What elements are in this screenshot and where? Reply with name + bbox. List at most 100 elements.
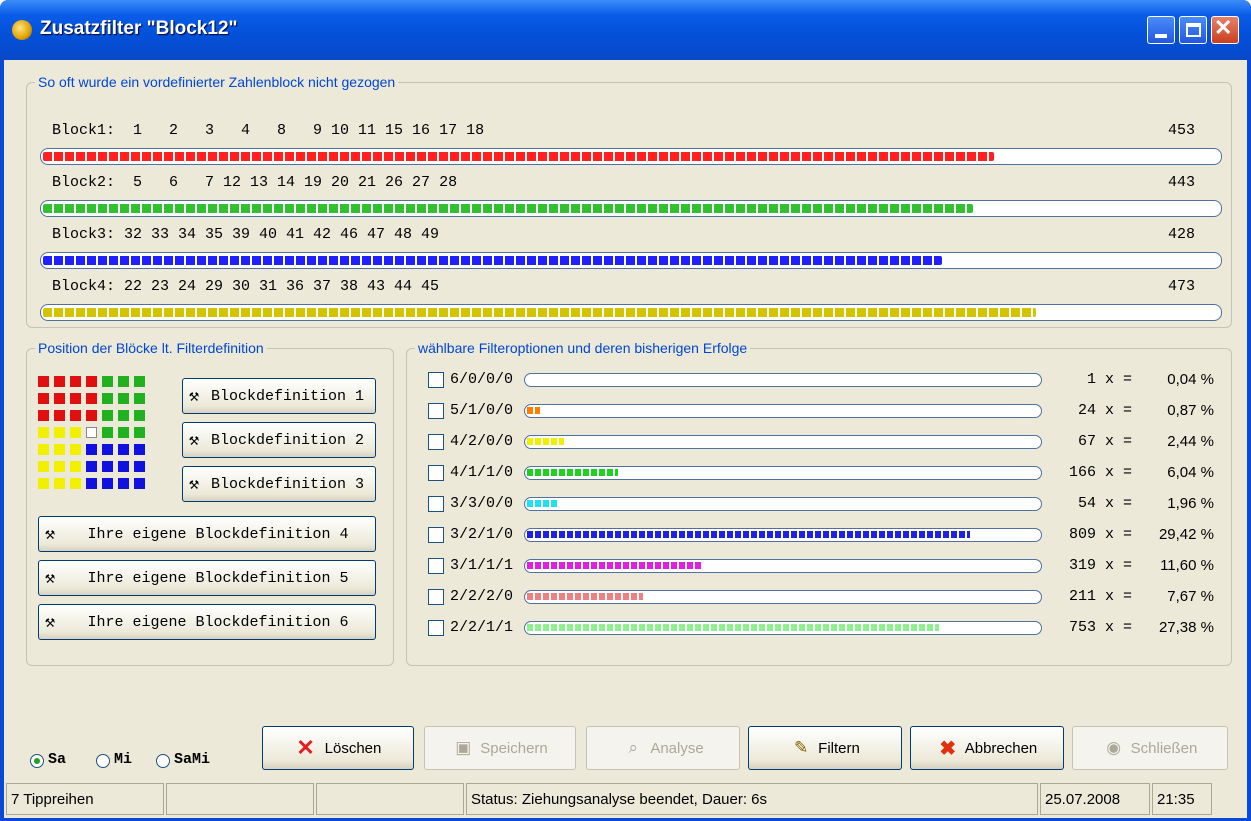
grid-cell	[102, 410, 113, 421]
filter-option-bar	[524, 621, 1042, 635]
grid-cell	[118, 461, 129, 472]
filter-option-count: 67 x =	[1077, 433, 1132, 450]
block-stats-title: So oft wurde ein vordefinierter Zahlenbl…	[35, 74, 399, 90]
filter-option-name: 3/3/0/0	[450, 495, 514, 512]
grid-cell	[118, 478, 129, 489]
filter-option-fill	[527, 562, 702, 569]
grid-cell	[118, 410, 129, 421]
funnel-pen-icon: ✎	[794, 738, 809, 757]
status-date: 25.07.2008	[1040, 783, 1150, 815]
loeschen-button[interactable]: ✕ Löschen	[262, 726, 414, 770]
filter-option-name: 6/0/0/0	[450, 371, 514, 388]
radio-mi[interactable]	[96, 754, 110, 768]
position-title: Position der Blöcke lt. Filterdefinition	[35, 340, 267, 356]
status-tippreihen: 7 Tippreihen	[6, 783, 164, 815]
filter-option-percent: 2,44 %	[1167, 433, 1214, 450]
grid-cell	[38, 393, 49, 404]
filter-option-checkbox[interactable]	[428, 527, 444, 543]
filter-option-fill	[527, 531, 970, 538]
speichern-button[interactable]: ▣ Speichern	[424, 726, 576, 770]
own-blockdef-5-button[interactable]: ⚒ Ihre eigene Blockdefinition 5	[38, 560, 376, 596]
block-progress-fill	[43, 204, 973, 213]
filter-option-count: 319 x =	[1068, 557, 1132, 574]
filter-option-fill	[527, 407, 540, 414]
grid-cell	[70, 427, 81, 438]
filter-option-checkbox[interactable]	[428, 496, 444, 512]
block-progress-bar	[40, 252, 1222, 269]
filter-option-count: 809 x =	[1068, 526, 1132, 543]
filter-option-checkbox[interactable]	[428, 558, 444, 574]
grid-cell	[134, 393, 145, 404]
filter-option-percent: 27,38 %	[1158, 619, 1214, 636]
grid-cell	[86, 461, 97, 472]
close-button[interactable]: ✕	[1211, 15, 1239, 44]
blockdef-1-button[interactable]: ⚒ Blockdefinition 1	[182, 378, 376, 414]
grid-cell	[54, 444, 65, 455]
app-icon	[12, 20, 32, 40]
abbrechen-button[interactable]: ✖ Abbrechen	[910, 726, 1064, 770]
grid-cell	[86, 427, 97, 438]
filter-option-name: 2/2/1/1	[450, 619, 514, 636]
filter-option-percent: 0,04 %	[1167, 371, 1214, 388]
title-bar[interactable]: Zusatzfilter "Block12" ✕	[0, 0, 1251, 60]
radio-mi-label[interactable]: Mi	[114, 751, 132, 768]
schliessen-button[interactable]: ◉ Schließen	[1072, 726, 1228, 770]
filter-option-checkbox[interactable]	[428, 434, 444, 450]
block-progress-bar	[40, 200, 1222, 217]
filter-option-bar	[524, 528, 1042, 542]
filter-option-checkbox[interactable]	[428, 403, 444, 419]
filtern-button[interactable]: ✎ Filtern	[748, 726, 902, 770]
grid-cell	[102, 478, 113, 489]
filter-option-name: 2/2/2/0	[450, 588, 514, 605]
tools-icon: ⚒	[44, 525, 56, 545]
status-panel-empty-2	[316, 783, 464, 815]
filter-option-count: 54 x =	[1077, 495, 1132, 512]
own-blockdef-4-button[interactable]: ⚒ Ihre eigene Blockdefinition 4	[38, 516, 376, 552]
filter-option-count: 211 x =	[1068, 588, 1132, 605]
exit-icon: ◉	[1106, 738, 1122, 757]
filter-option-percent: 0,87 %	[1167, 402, 1214, 419]
filter-option-count: 166 x =	[1068, 464, 1132, 481]
own-blockdef-6-button[interactable]: ⚒ Ihre eigene Blockdefinition 6	[38, 604, 376, 640]
grid-cell	[118, 376, 129, 387]
grid-cell	[70, 410, 81, 421]
filter-option-checkbox[interactable]	[428, 620, 444, 636]
grid-cell	[38, 427, 49, 438]
block-progress-bar	[40, 148, 1222, 165]
minimize-button[interactable]	[1147, 16, 1175, 44]
filter-option-checkbox[interactable]	[428, 589, 444, 605]
status-panel-empty-1	[166, 783, 314, 815]
tools-icon: ⚒	[44, 613, 56, 633]
cancel-x-icon: ✖	[939, 737, 957, 760]
grid-cell	[102, 427, 113, 438]
block-label: Block2: 5 6 7 12 13 14 19 20 21 26 27 28	[52, 174, 458, 191]
blockdef-2-button[interactable]: ⚒ Blockdefinition 2	[182, 422, 376, 458]
block-progress-fill	[43, 256, 942, 265]
grid-cell	[54, 461, 65, 472]
maximize-button[interactable]	[1179, 16, 1207, 44]
filter-option-percent: 1,96 %	[1167, 495, 1214, 512]
grid-cell	[134, 376, 145, 387]
radio-sami[interactable]	[156, 754, 170, 768]
filter-option-percent: 29,42 %	[1158, 526, 1214, 543]
grid-cell	[134, 444, 145, 455]
grid-cell	[54, 427, 65, 438]
grid-cell	[54, 393, 65, 404]
filter-option-name: 5/1/0/0	[450, 402, 514, 419]
filter-option-checkbox[interactable]	[428, 372, 444, 388]
blockdef-3-button[interactable]: ⚒ Blockdefinition 3	[182, 466, 376, 502]
grid-cell	[38, 461, 49, 472]
block-count: 453	[1167, 122, 1195, 139]
analyse-button[interactable]: ⌕ Analyse	[586, 726, 740, 770]
grid-cell	[70, 376, 81, 387]
filter-option-name: 4/1/1/0	[450, 464, 514, 481]
filter-option-fill	[527, 438, 564, 445]
tools-icon: ⚒	[188, 475, 200, 495]
radio-sa[interactable]	[30, 754, 44, 768]
tools-icon: ⚒	[44, 569, 56, 589]
filter-option-bar	[524, 559, 1042, 573]
filter-option-checkbox[interactable]	[428, 465, 444, 481]
radio-sami-label[interactable]: SaMi	[174, 751, 210, 768]
radio-sa-label[interactable]: Sa	[48, 751, 66, 768]
close-icon: ✕	[1214, 15, 1233, 40]
